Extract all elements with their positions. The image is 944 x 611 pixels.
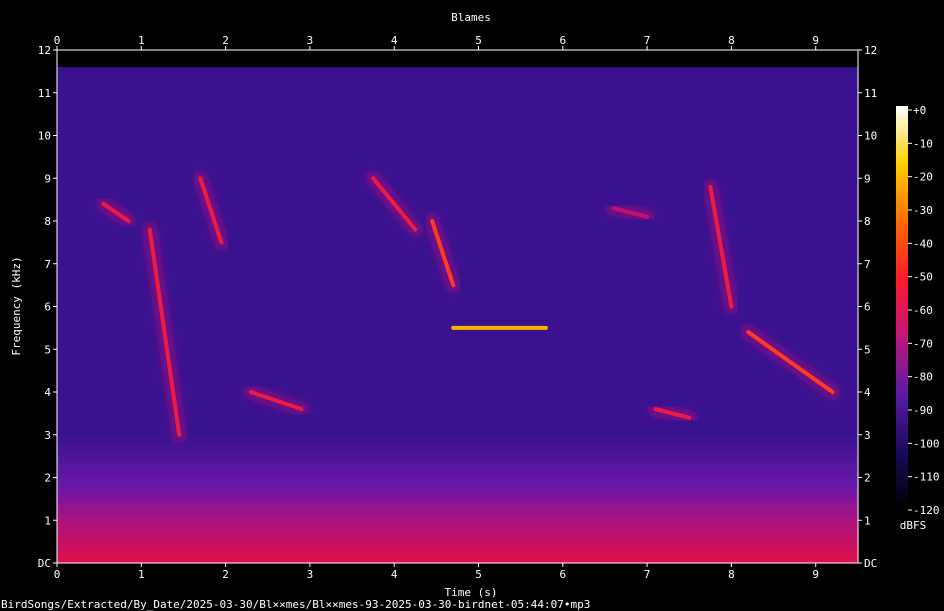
y-tick-label-right: 7 (864, 258, 871, 271)
x-tick-label-top: 5 (475, 34, 482, 47)
band-limit (57, 50, 858, 68)
x-tick-label-top: 7 (644, 34, 651, 47)
x-tick-label-top: 6 (559, 34, 566, 47)
y-tick-label-right: 4 (864, 386, 871, 399)
y-tick-label: 5 (44, 343, 51, 356)
y-tick-label-right: 6 (864, 301, 871, 314)
colorbar-tick-label: -110 (913, 471, 940, 484)
x-tick-label: 4 (391, 568, 398, 581)
y-tick-label: 2 (44, 472, 51, 485)
colorbar-tick-label: -60 (913, 304, 933, 317)
colorbar-tick-label: -70 (913, 337, 933, 350)
y-tick-label-right: 1 (864, 514, 871, 527)
y-tick-label-right: 9 (864, 172, 871, 185)
y-tick-label: 11 (38, 87, 51, 100)
colorbar-tick-label: -20 (913, 171, 933, 184)
y-axis-left: DC123456789101112 (38, 44, 57, 570)
y-tick-label-right: 12 (864, 44, 877, 57)
y-tick-label-right: 11 (864, 87, 877, 100)
colorbar-tick-label: -50 (913, 271, 933, 284)
chart-title: Blames (451, 11, 491, 24)
y-tick-label: 4 (44, 386, 51, 399)
x-tick-label: 1 (138, 568, 145, 581)
x-tick-label-top: 3 (307, 34, 314, 47)
colorbar-tick-label: -40 (913, 237, 933, 250)
x-tick-label: 7 (644, 568, 651, 581)
x-tick-label: 0 (54, 568, 61, 581)
y-tick-label-right: 2 (864, 472, 871, 485)
x-tick-label: 8 (728, 568, 735, 581)
x-tick-label-top: 4 (391, 34, 398, 47)
x-tick-label: 9 (812, 568, 819, 581)
y-tick-label: 9 (44, 172, 51, 185)
call-mark (647, 401, 698, 426)
y-tick-label: 1 (44, 514, 51, 527)
x-tick-label-top: 8 (728, 34, 735, 47)
colorbar (896, 106, 908, 510)
colorbar-tick-label: -100 (913, 437, 940, 450)
y-tick-label: 10 (38, 130, 51, 143)
y-tick-label: 6 (44, 301, 51, 314)
x-tick-label-top: 9 (812, 34, 819, 47)
colorbar-tick-label: -10 (913, 137, 933, 150)
x-tick-label: 6 (559, 568, 566, 581)
colorbar-ticks: +0 -10 -20 -30 -40 -50 -60 -70 -80 -90 -100 -110 -12… (908, 104, 940, 517)
spectrogram-chart: 0123456789 0123456789 DC123456789101112 … (1, 11, 940, 611)
y-tick-label: 3 (44, 429, 51, 442)
y-tick-label-right: DC (864, 557, 877, 570)
y-tick-label: 7 (44, 258, 51, 271)
y-axis-right: DC123456789101112 (858, 44, 877, 570)
colorbar-tick-label: -120 (913, 504, 940, 517)
low-frequency-noise (57, 434, 858, 563)
colorbar-tick-label: +0 (913, 104, 926, 117)
file-path: BirdSongs/Extracted/By_Date/2025-03-30/B… (1, 598, 590, 611)
colorbar-tick-label: -30 (913, 204, 933, 217)
call-mark (605, 200, 656, 225)
y-tick-label: 8 (44, 215, 51, 228)
x-tick-label-top: 1 (138, 34, 145, 47)
x-axis-bottom: 0 1 2 3 4 5 6 7 8 9 (54, 563, 819, 581)
x-tick-label-top: 2 (222, 34, 229, 47)
y-tick-label-right: 3 (864, 429, 871, 442)
colorbar-tick-label: -80 (913, 371, 933, 384)
x-tick-label: 3 (307, 568, 314, 581)
x-tick-label: 2 (222, 568, 229, 581)
y-tick-label-right: 10 (864, 130, 877, 143)
y-tick-label: DC (38, 557, 51, 570)
y-tick-label-right: 5 (864, 343, 871, 356)
y-tick-label-right: 8 (864, 215, 871, 228)
y-axis-label: Frequency (kHz) (10, 256, 23, 355)
y-tick-label: 12 (38, 44, 51, 57)
x-tick-label-top: 0 (54, 34, 61, 47)
colorbar-tick-label: -90 (913, 404, 933, 417)
colorbar-label: dBFS (900, 519, 927, 532)
x-tick-label: 5 (475, 568, 482, 581)
x-axis-top: 0 1 2 3 4 5 6 7 8 9 (54, 34, 819, 50)
